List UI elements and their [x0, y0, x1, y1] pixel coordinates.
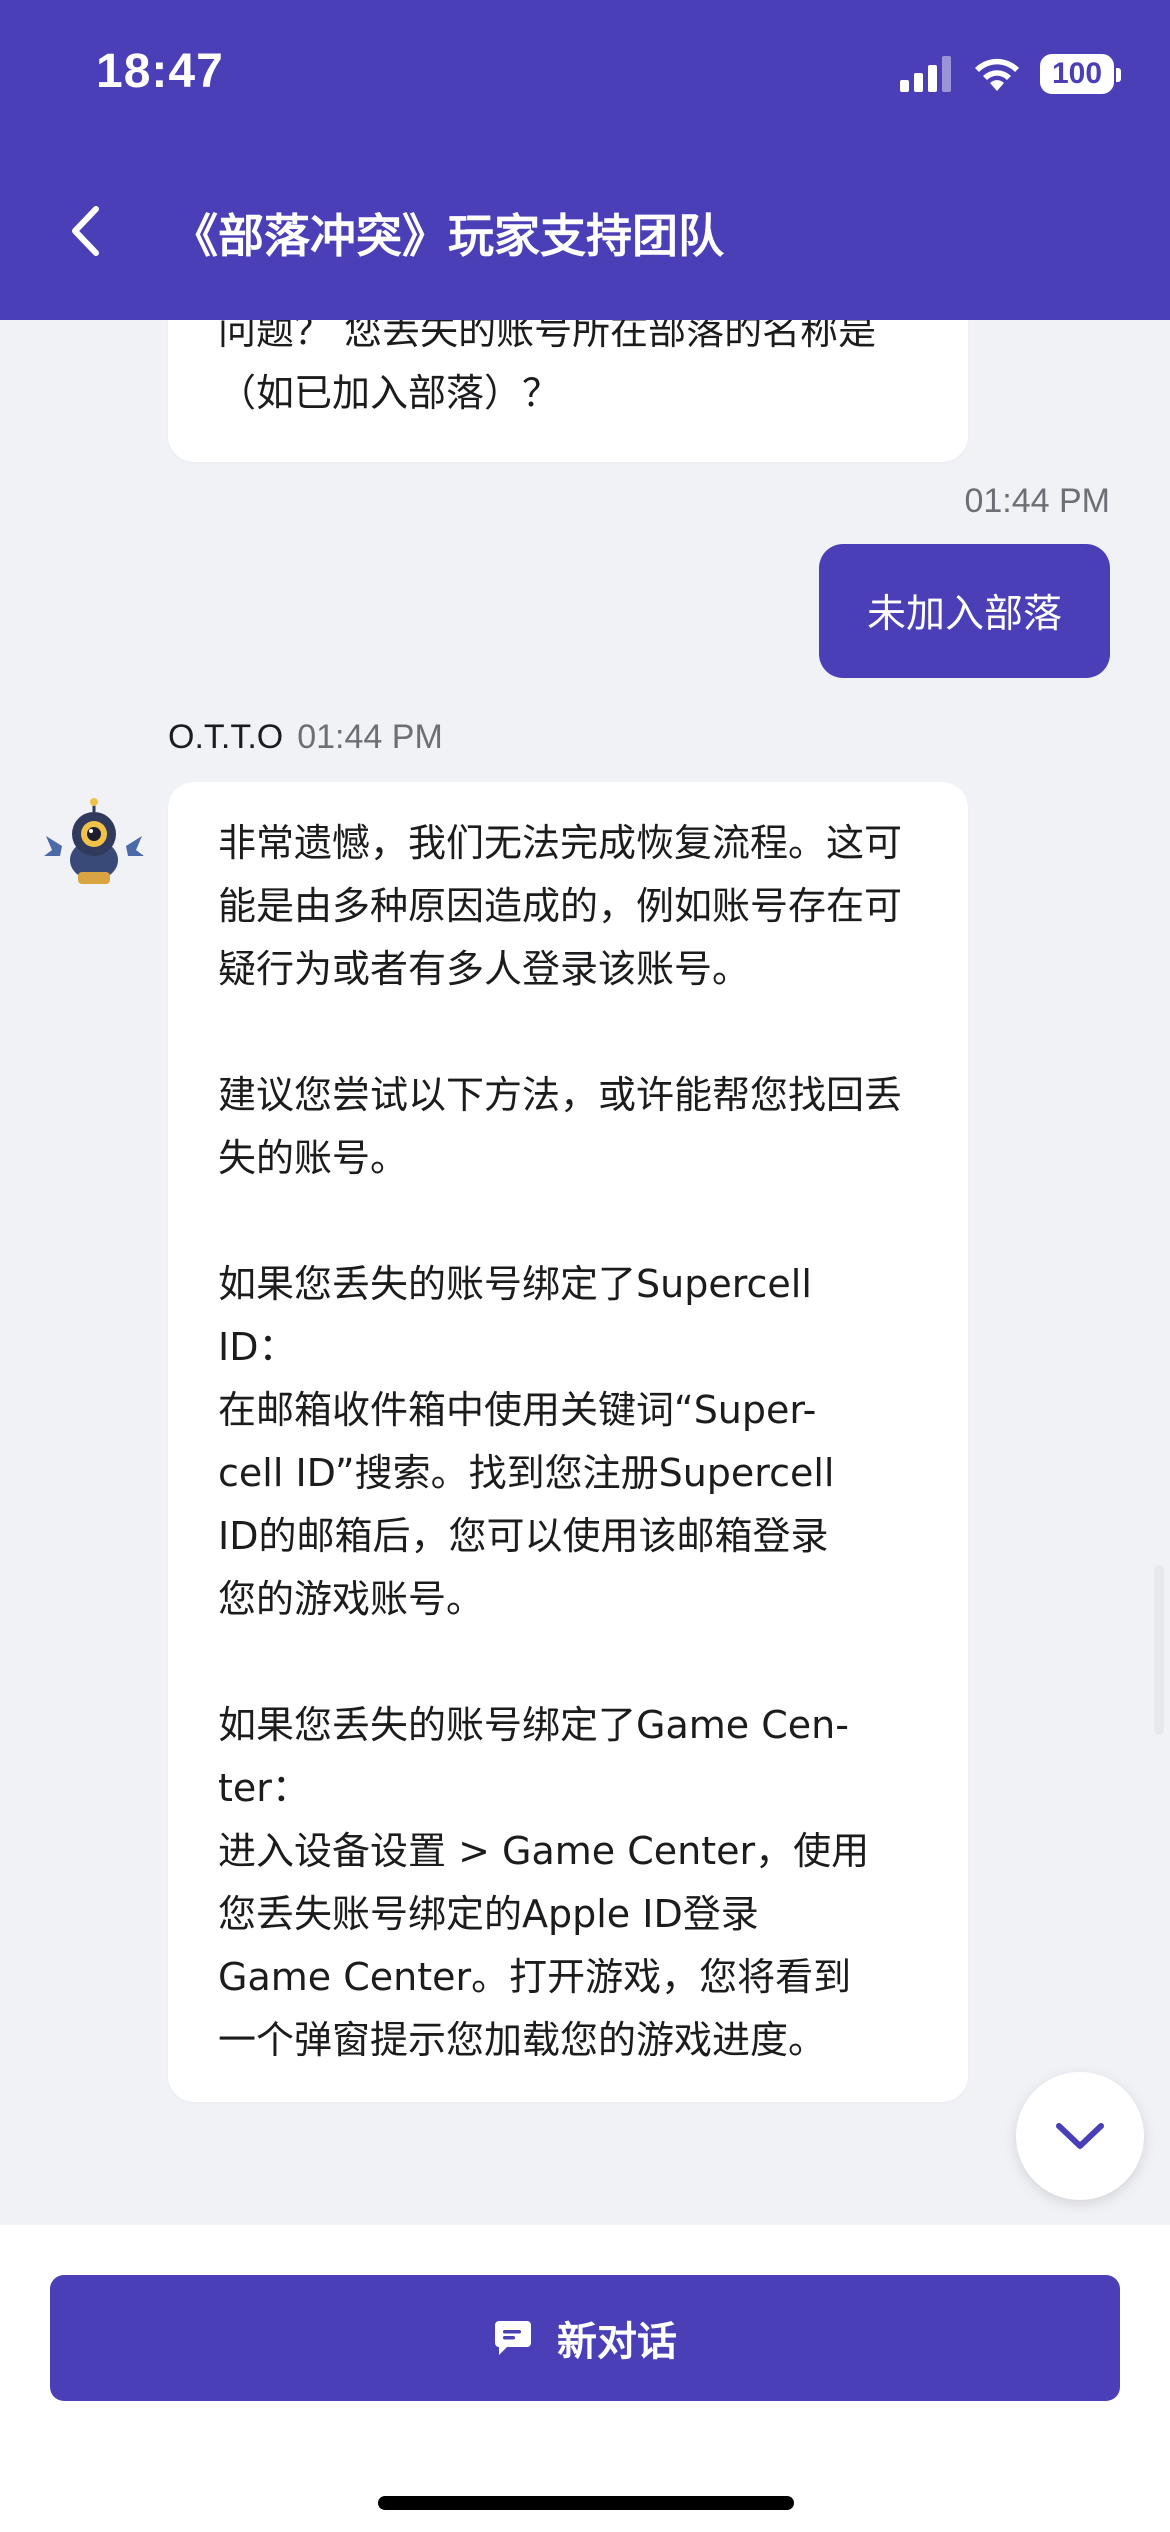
app-header: 18:47 100 《部落冲突》玩家支持团队 [0, 0, 1170, 320]
footer: 新对话 [0, 2225, 1170, 2532]
bot-message-previous: 问题？ 您丢失的账号所在部落的名称是（如已加入部落）？ [168, 320, 968, 462]
scrollbar[interactable] [1154, 1565, 1164, 1735]
battery-level: 100 [1051, 57, 1103, 90]
chat-bubble-icon [495, 2321, 531, 2355]
message-text: 未加入部落 [866, 592, 1062, 637]
sender-row: O.T.T.O 01:44 PM [168, 718, 443, 757]
message-text: 问题？ 您丢失的账号所在部落的名称是（如已加入部落）？ [218, 320, 877, 415]
bot-message: 非常遗憾，我们无法完成恢复流程。这可能是由多种原因造成的，例如账号存在可疑行为或… [168, 782, 968, 2102]
status-icons: 100 [900, 50, 1121, 98]
message-timestamp: 01:44 PM [964, 482, 1110, 520]
battery-icon: 100 [1040, 54, 1121, 94]
sender-name: O.T.T.O [168, 718, 284, 756]
page-title: 《部落冲突》玩家支持团队 [172, 209, 724, 263]
chevron-down-icon [1056, 2123, 1104, 2149]
message-paragraph: 如果您丢失的账号绑定了Game Cen- ter： 进入设备设置 > Game … [218, 1703, 870, 2062]
home-indicator [378, 2496, 794, 2510]
new-chat-label: 新对话 [557, 2319, 677, 2365]
bot-avatar [44, 798, 144, 884]
back-button[interactable] [60, 196, 110, 266]
chevron-left-icon [72, 206, 99, 256]
scroll-to-bottom-button[interactable] [1016, 2072, 1144, 2200]
signal-icon [900, 56, 951, 92]
message-paragraph: 非常遗憾，我们无法完成恢复流程。这可能是由多种原因造成的，例如账号存在可疑行为或… [218, 821, 903, 991]
message-paragraph: 建议您尝试以下方法，或许能帮您找回丢失的账号。 [218, 1073, 903, 1180]
chat-transcript[interactable]: 问题？ 您丢失的账号所在部落的名称是（如已加入部落）？ 01:44 PM 未加入… [0, 320, 1170, 2225]
message-paragraph: 如果您丢失的账号绑定了Supercell ID： 在邮箱收件箱中使用关键词“Su… [218, 1262, 835, 1621]
wifi-icon [975, 58, 1019, 91]
status-time: 18:47 [96, 45, 224, 98]
user-message: 未加入部落 [818, 544, 1110, 678]
message-timestamp: 01:44 PM [297, 718, 443, 756]
new-chat-button[interactable]: 新对话 [50, 2275, 1120, 2401]
